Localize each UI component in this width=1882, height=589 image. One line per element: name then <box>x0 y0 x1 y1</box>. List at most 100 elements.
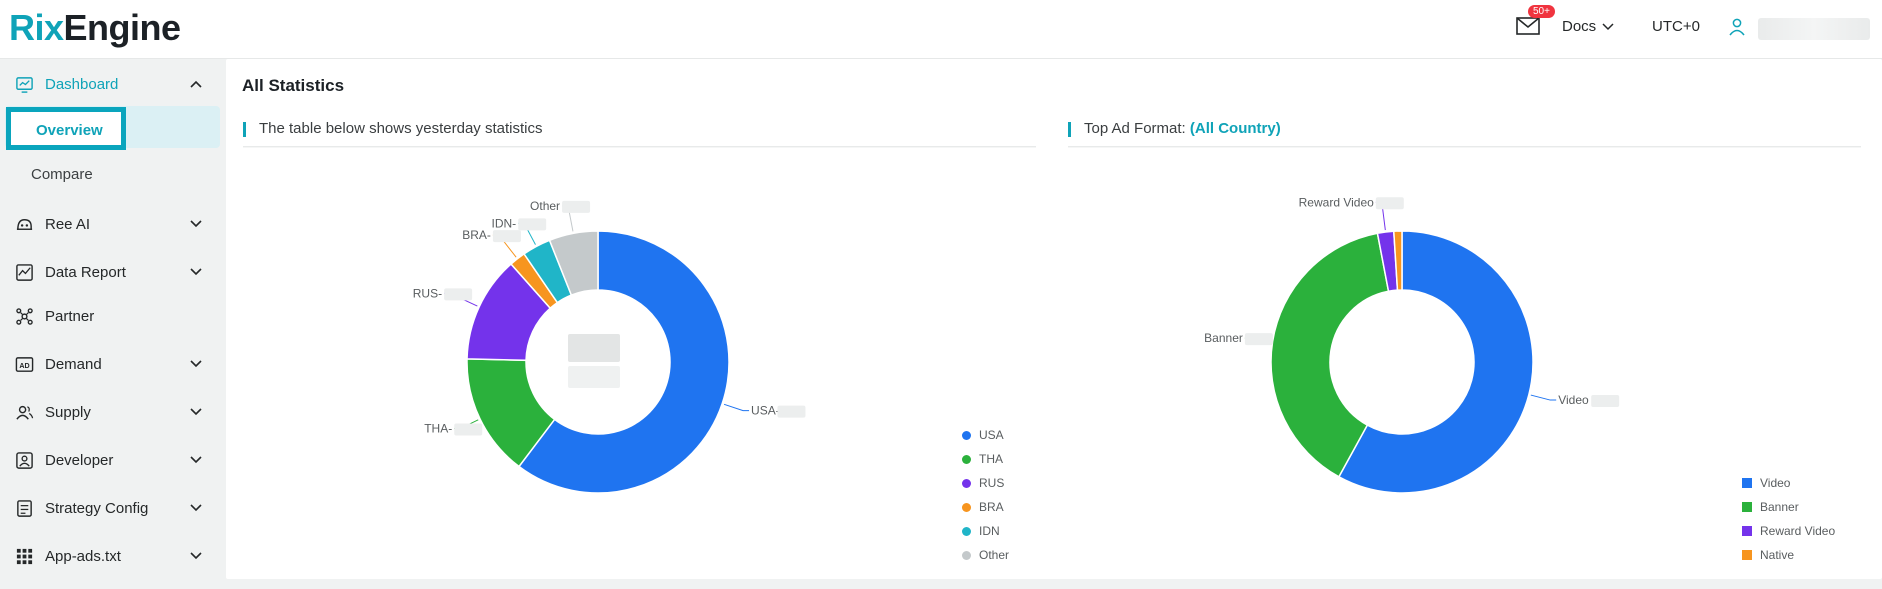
top-header: RixEngine 50+ Docs UTC+0 <box>0 0 1882 59</box>
sidebar-item-dashboard[interactable]: Dashboard <box>0 64 226 104</box>
legend-swatch <box>962 454 971 464</box>
ad-format-donut-chart: Video Banner Reward Video <box>1204 195 1620 494</box>
left-panel-title: The table below shows yesterday statisti… <box>259 120 543 137</box>
dashboard-icon <box>16 76 33 93</box>
strategy-icon <box>17 499 32 517</box>
partner-icon <box>16 307 33 325</box>
sidebar-item-label: Developer <box>45 451 114 469</box>
legend-label: Native <box>1760 548 1795 562</box>
legend-swatch <box>1742 526 1752 536</box>
legend-item-rus[interactable]: RUS <box>962 476 1004 490</box>
right-panel-filter[interactable]: (All Country) <box>1190 120 1281 137</box>
legend-swatch <box>1742 502 1752 512</box>
sidebar-item-strategy-config[interactable]: Strategy Config <box>0 488 226 528</box>
sidebar-subitem-compare[interactable]: Compare <box>31 166 93 183</box>
blurred-value <box>1375 197 1404 210</box>
sidebar-item-supply[interactable]: Supply <box>0 392 226 432</box>
timezone-label[interactable]: UTC+0 <box>1652 18 1700 35</box>
sidebar-subitem-label: Overview <box>36 122 103 139</box>
blurred-value <box>1591 395 1620 408</box>
rixengine-logo[interactable]: RixEngine <box>9 6 181 50</box>
blurred-value <box>444 288 473 301</box>
legend-swatch <box>962 526 971 536</box>
sidebar-item-data-report[interactable]: Data Report <box>0 252 226 292</box>
sidebar-item-developer[interactable]: Developer <box>0 440 226 480</box>
slice-label: Other <box>530 199 560 213</box>
center-label-blurred <box>568 366 620 388</box>
chevron-down-icon <box>190 268 202 276</box>
legend-item-video[interactable]: Video <box>1742 476 1790 490</box>
accent-bar <box>243 122 246 137</box>
sidebar-item-label: Demand <box>45 355 102 373</box>
legend-label: Video <box>1760 476 1791 490</box>
chevron-up-icon <box>190 80 202 88</box>
legend-item-native[interactable]: Native <box>1742 548 1794 562</box>
legend-item-banner[interactable]: Banner <box>1742 500 1799 514</box>
legend-label: THA <box>979 452 1003 466</box>
legend-item-idn[interactable]: IDN <box>962 524 1000 538</box>
legend-item-tha[interactable]: THA <box>962 452 1003 466</box>
report-icon <box>16 263 33 281</box>
grid-icon <box>16 548 33 564</box>
slice-label: Banner <box>1204 331 1243 345</box>
chevron-down-icon <box>190 220 202 228</box>
blurred-value <box>777 405 806 418</box>
legend-item-reward-video[interactable]: Reward Video <box>1742 524 1835 538</box>
slice-label: IDN- <box>492 216 517 230</box>
blurred-value <box>518 218 547 231</box>
legend-label: RUS <box>979 476 1005 490</box>
users-icon <box>16 405 34 420</box>
center-value-blurred <box>568 334 620 362</box>
page-title: All Statistics <box>242 76 345 95</box>
slice-label: USA- <box>751 404 780 418</box>
sidebar-item-label: Dashboard <box>45 75 119 93</box>
country-donut-chart: USA- THA- RUS- BRA-IDN- Other <box>413 199 806 494</box>
legend-swatch <box>962 550 971 560</box>
legend-label: BRA <box>979 500 1004 514</box>
ad-format-legend: Video Banner Reward Video Native <box>1742 476 1862 576</box>
sidebar-item-demand[interactable]: AD Demand <box>0 344 226 384</box>
slice-label: BRA- <box>462 228 491 242</box>
slice-label: THA- <box>424 422 452 436</box>
sidebar-item-label: Partner <box>45 307 95 325</box>
legend-label: USA <box>979 428 1004 442</box>
sidebar-subitem-overview[interactable]: Overview <box>6 107 126 150</box>
blurred-value <box>562 200 591 213</box>
legend-label: Banner <box>1760 500 1799 514</box>
sidebar-item-ree-ai[interactable]: Ree AI <box>0 204 226 244</box>
right-panel-title-wrap: Top Ad Format: (All Country) <box>1084 120 1281 137</box>
legend-item-bra[interactable]: BRA <box>962 500 1004 514</box>
mail-icon[interactable] <box>1516 16 1540 36</box>
legend-swatch <box>1742 550 1752 560</box>
user-name-blurred[interactable] <box>1758 18 1870 40</box>
label-line <box>1530 394 1557 401</box>
accent-bar <box>1068 122 1071 137</box>
sidebar-item-label: Supply <box>45 403 91 421</box>
sidebar-item-label: Ree AI <box>45 215 91 233</box>
right-panel-title: Top Ad Format: <box>1084 120 1186 137</box>
right-panel-header: Top Ad Format: (All Country) <box>1068 114 1861 147</box>
sidebar-item-label: Data Report <box>45 263 126 281</box>
slice-label: Reward Video <box>1299 195 1374 209</box>
legend-label: Other <box>979 548 1010 562</box>
left-panel-header: The table below shows yesterday statisti… <box>243 114 1036 147</box>
blurred-value <box>1244 333 1273 346</box>
chevron-down-icon <box>1602 22 1614 30</box>
legend-swatch <box>962 502 971 512</box>
sidebar-item-partner[interactable]: Partner <box>0 296 226 336</box>
svg-text:AD: AD <box>19 361 29 369</box>
chevron-down-icon <box>190 456 202 464</box>
sidebar-item-app-ads[interactable]: App-ads.txt <box>0 536 226 576</box>
docs-label: Docs <box>1562 18 1597 35</box>
blurred-value <box>492 230 521 243</box>
logo-engine: Engine <box>63 7 182 48</box>
sidebar-item-label: Strategy Config <box>45 499 149 517</box>
sidebar-item-label: App-ads.txt <box>45 547 121 565</box>
legend-swatch <box>962 430 971 440</box>
ad-icon: AD <box>15 356 34 372</box>
user-icon[interactable] <box>1728 18 1746 36</box>
docs-dropdown[interactable]: Docs <box>1562 18 1614 35</box>
legend-item-usa[interactable]: USA <box>962 428 1004 442</box>
chevron-down-icon <box>190 408 202 416</box>
legend-item-other[interactable]: Other <box>962 548 1009 562</box>
